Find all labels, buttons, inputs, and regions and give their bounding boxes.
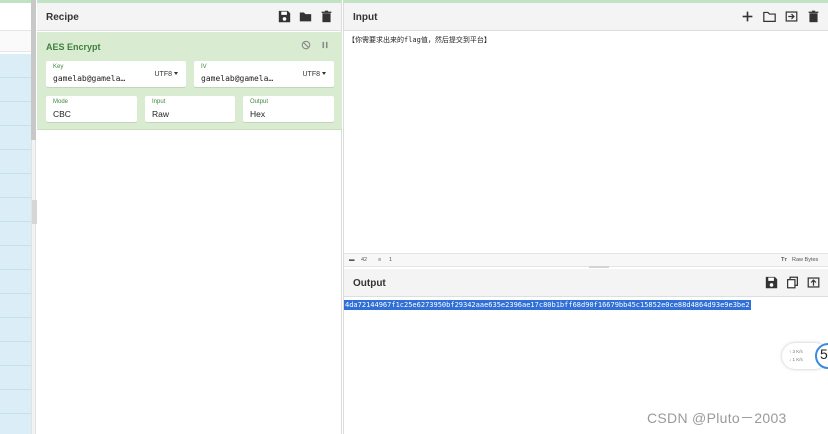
key-label: Key bbox=[53, 64, 64, 70]
mode-select[interactable]: CBC bbox=[53, 109, 71, 119]
iv-input[interactable]: gamelab@gamela… bbox=[201, 74, 283, 83]
pause-icon[interactable] bbox=[320, 40, 330, 50]
list-item[interactable] bbox=[0, 342, 31, 366]
iv-encoding-select[interactable]: UTF8 bbox=[303, 71, 327, 78]
input-format-select[interactable]: Raw bbox=[152, 109, 169, 119]
save-icon[interactable] bbox=[278, 10, 291, 23]
recipe-panel: Recipe AES Encrypt Key gamelab@gamela… U… bbox=[37, 0, 342, 434]
mode-field[interactable]: Mode CBC bbox=[46, 96, 137, 122]
output-format-select[interactable]: Hex bbox=[250, 109, 265, 119]
list-item[interactable] bbox=[0, 222, 31, 246]
list-item[interactable] bbox=[0, 270, 31, 294]
download-speed: ↓ 1 K/s bbox=[789, 357, 803, 362]
input-format-field[interactable]: Input Raw bbox=[145, 96, 235, 122]
length-icon: ▬ bbox=[349, 257, 355, 263]
output-title: Output bbox=[353, 278, 386, 289]
open-file-icon[interactable] bbox=[785, 10, 798, 23]
network-speed-widget[interactable]: ↑ 3 K/s ↓ 1 K/s 5 bbox=[782, 343, 828, 369]
output-text[interactable]: 4da72144967f1c25e6273950bf29342aae635e23… bbox=[344, 300, 751, 310]
cyberchef-window: Recipe AES Encrypt Key gamelab@gamela… U… bbox=[0, 0, 828, 434]
trash-icon[interactable] bbox=[320, 10, 333, 23]
list-item[interactable] bbox=[0, 174, 31, 198]
operations-search-bar[interactable] bbox=[0, 30, 31, 52]
disable-icon[interactable] bbox=[301, 40, 311, 50]
input-format-label: Input bbox=[152, 99, 166, 105]
recipe-header: Recipe bbox=[37, 3, 341, 31]
list-item[interactable] bbox=[0, 54, 31, 78]
aes-encrypt-operation[interactable]: AES Encrypt Key gamelab@gamela… UTF8 IV … bbox=[37, 32, 342, 130]
list-item[interactable] bbox=[0, 294, 31, 318]
save-output-icon[interactable] bbox=[765, 276, 778, 289]
text-format-icon[interactable]: Tт bbox=[781, 257, 787, 263]
input-encoding[interactable]: Raw Bytes bbox=[792, 257, 818, 263]
operations-panel bbox=[0, 0, 31, 434]
input-status-bar: ▬ 42 ≡ 1 Tт Raw Bytes bbox=[344, 253, 828, 267]
output-format-label: Output bbox=[250, 99, 269, 105]
folder-icon[interactable] bbox=[299, 10, 312, 23]
open-folder-icon[interactable] bbox=[763, 10, 776, 23]
key-field[interactable]: Key gamelab@gamela… UTF8 bbox=[46, 61, 186, 87]
key-input[interactable]: gamelab@gamela… bbox=[53, 74, 135, 83]
input-header: Input bbox=[344, 3, 828, 31]
io-panel: Input 【你需要求出来的flag值，然后提交到平台】 ▬ 42 ≡ 1 Tт… bbox=[343, 0, 828, 434]
operation-title: AES Encrypt bbox=[46, 42, 101, 52]
output-header: Output bbox=[344, 266, 828, 297]
input-lines: 1 bbox=[389, 257, 393, 263]
key-encoding-select[interactable]: UTF8 bbox=[155, 71, 179, 78]
list-item[interactable] bbox=[0, 246, 31, 270]
input-length: 42 bbox=[361, 257, 368, 263]
scrollbar-thumb[interactable] bbox=[31, 0, 36, 140]
replace-input-icon[interactable] bbox=[807, 276, 820, 289]
input-text: 【你需要求出来的flag值，然后提交到平台】 bbox=[348, 36, 491, 44]
top-accent-bar bbox=[0, 0, 31, 3]
input-textarea[interactable]: 【你需要求出来的flag值，然后提交到平台】 bbox=[344, 32, 828, 252]
list-item[interactable] bbox=[0, 78, 31, 102]
watermark: CSDN @Pluto－2003 bbox=[647, 410, 787, 426]
list-item[interactable] bbox=[0, 102, 31, 126]
speed-badge: 5 bbox=[820, 346, 828, 362]
list-item[interactable] bbox=[0, 198, 31, 222]
mode-label: Mode bbox=[53, 99, 69, 105]
list-item[interactable] bbox=[0, 318, 31, 342]
clear-input-icon[interactable] bbox=[807, 10, 820, 23]
recipe-title: Recipe bbox=[46, 12, 79, 23]
output-format-field[interactable]: Output Hex bbox=[243, 96, 334, 122]
iv-label: IV bbox=[201, 64, 207, 70]
operations-list[interactable] bbox=[0, 54, 31, 434]
input-title: Input bbox=[353, 12, 378, 23]
upload-speed: ↑ 3 K/s bbox=[789, 349, 803, 354]
copy-icon[interactable] bbox=[786, 276, 799, 289]
iv-field[interactable]: IV gamelab@gamela… UTF8 bbox=[194, 61, 334, 87]
list-item[interactable] bbox=[0, 366, 31, 390]
list-item[interactable] bbox=[0, 150, 31, 174]
lines-icon: ≡ bbox=[378, 257, 382, 263]
add-tab-icon[interactable] bbox=[741, 10, 754, 23]
list-item[interactable] bbox=[0, 390, 31, 414]
list-item[interactable] bbox=[0, 126, 31, 150]
